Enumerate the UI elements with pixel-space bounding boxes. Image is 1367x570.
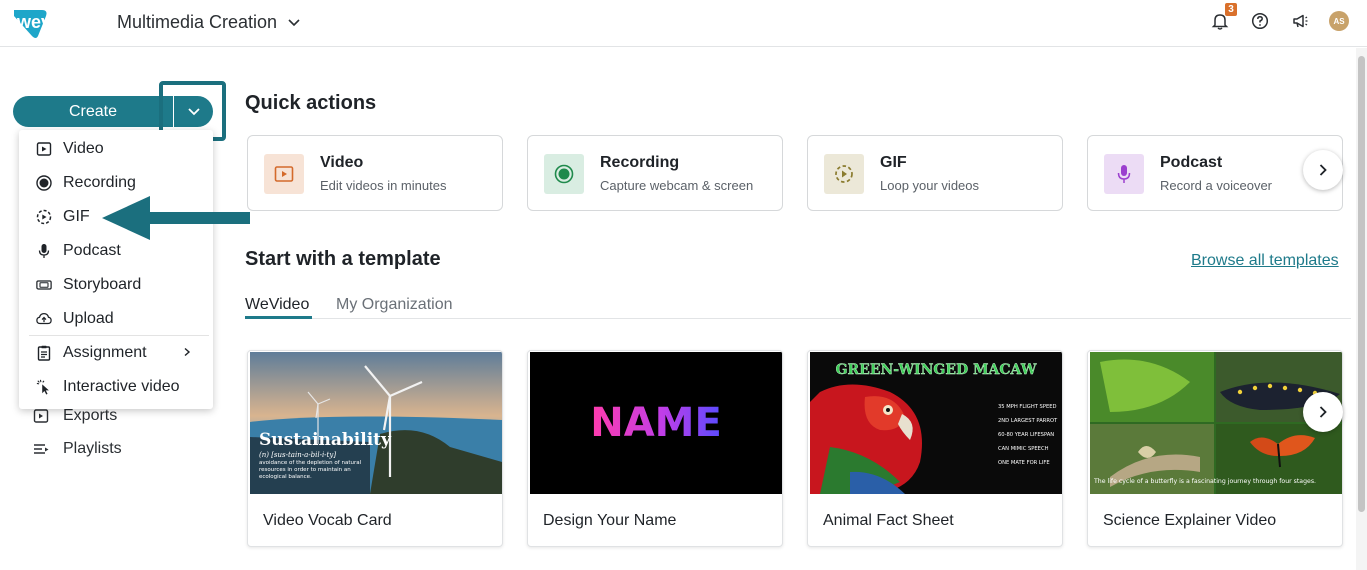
quick-action-subtitle: Loop your videos xyxy=(880,178,980,193)
template-name: Video Vocab Card xyxy=(263,512,392,529)
templates-next-button[interactable] xyxy=(1303,392,1343,432)
menu-item-label: Recording xyxy=(63,174,136,191)
page-scrollbar[interactable] xyxy=(1356,48,1367,570)
templates-title: Start with a template xyxy=(245,248,441,270)
menu-item-label: Interactive video xyxy=(63,378,180,395)
svg-text:NAME: NAME xyxy=(590,400,722,446)
microphone-icon xyxy=(36,243,52,259)
sidebar-item-label: Exports xyxy=(63,407,118,424)
quick-action-subtitle: Edit videos in minutes xyxy=(320,178,447,193)
help-icon xyxy=(1251,12,1269,30)
chevron-down-icon xyxy=(288,18,300,26)
svg-text:35 MPH FLIGHT SPEED: 35 MPH FLIGHT SPEED xyxy=(998,404,1057,410)
top-bar: wevideo Multimedia Creation 3 AS xyxy=(0,0,1367,47)
template-name: Design Your Name xyxy=(543,512,677,529)
svg-text:2ND LARGEST PARROT: 2ND LARGEST PARROT xyxy=(998,418,1058,424)
menu-item-label: Podcast xyxy=(63,242,121,259)
menu-item-video[interactable]: Video xyxy=(19,132,213,166)
active-tab-indicator xyxy=(245,316,312,319)
template-thumbnail: The life cycle of a butterfly is a fasci… xyxy=(1090,352,1342,494)
arrow-annotation xyxy=(102,196,250,240)
assignment-icon xyxy=(36,345,52,361)
tab-my-organization[interactable]: My Organization xyxy=(336,296,453,314)
quick-action-title: Video xyxy=(320,154,364,171)
template-tabs: WeVideo My Organization xyxy=(245,292,1351,319)
user-avatar[interactable]: AS xyxy=(1329,11,1349,31)
gif-icon xyxy=(824,154,864,194)
export-icon xyxy=(32,408,49,425)
gif-icon xyxy=(36,209,52,225)
quick-action-recording[interactable]: Recording Capture webcam & screen xyxy=(527,135,783,211)
record-icon xyxy=(36,175,52,191)
pointer-click-icon xyxy=(36,379,52,395)
video-icon xyxy=(264,154,304,194)
template-name: Science Explainer Video xyxy=(1103,512,1277,529)
template-card-animal-fact-sheet[interactable]: GREEN-WINGED MACAW 35 MPH FLIGHT SPEED 2… xyxy=(807,350,1063,547)
quick-action-title: GIF xyxy=(880,154,907,171)
template-card-video-vocab[interactable]: Sustainability (n) [sus-tain-a-bil-i-ty]… xyxy=(247,350,503,547)
workspace-selector[interactable]: Multimedia Creation xyxy=(117,12,301,33)
menu-item-assignment[interactable]: Assignment xyxy=(19,336,213,370)
menu-item-interactive-video[interactable]: Interactive video xyxy=(19,370,213,404)
svg-text:ONE MATE FOR LIFE: ONE MATE FOR LIFE xyxy=(998,460,1050,466)
menu-item-label: Assignment xyxy=(63,344,147,361)
video-icon xyxy=(36,141,52,157)
workspace-name: Multimedia Creation xyxy=(117,12,278,32)
upload-icon xyxy=(36,311,52,327)
menu-item-label: Upload xyxy=(63,310,114,327)
menu-item-label: GIF xyxy=(63,208,90,225)
menu-item-upload[interactable]: Upload xyxy=(19,302,213,336)
quick-action-title: Podcast xyxy=(1160,154,1223,171)
svg-text:(n) [sus-tain-a-bil-i-ty]: (n) [sus-tain-a-bil-i-ty] xyxy=(259,451,336,459)
microphone-icon xyxy=(1104,154,1144,194)
help-button[interactable] xyxy=(1249,10,1271,32)
svg-text:Sustainability: Sustainability xyxy=(259,430,392,450)
create-button[interactable]: Create xyxy=(13,96,173,127)
quick-action-gif[interactable]: GIF Loop your videos xyxy=(807,135,1063,211)
tab-wevideo[interactable]: WeVideo xyxy=(245,296,309,314)
chevron-right-icon xyxy=(184,347,191,357)
sidebar-item-exports[interactable]: Exports xyxy=(32,407,117,425)
quick-action-subtitle: Capture webcam & screen xyxy=(600,178,754,193)
notifications-button[interactable]: 3 xyxy=(1209,3,1237,32)
template-thumbnail: GREEN-WINGED MACAW 35 MPH FLIGHT SPEED 2… xyxy=(810,352,1062,494)
announcements-button[interactable] xyxy=(1289,10,1311,32)
megaphone-icon xyxy=(1293,14,1308,28)
template-thumbnail: Sustainability (n) [sus-tain-a-bil-i-ty]… xyxy=(250,352,502,494)
menu-item-label: Video xyxy=(63,140,104,157)
playlist-icon xyxy=(32,441,49,458)
svg-text:CAN MIMIC SPEECH: CAN MIMIC SPEECH xyxy=(998,446,1049,452)
quick-action-video[interactable]: Video Edit videos in minutes xyxy=(247,135,503,211)
scrollbar-thumb[interactable] xyxy=(1358,56,1365,512)
record-icon xyxy=(544,154,584,194)
quick-actions-title: Quick actions xyxy=(245,92,377,114)
template-card-design-your-name[interactable]: NAME Design Your Name xyxy=(527,350,783,547)
template-name: Animal Fact Sheet xyxy=(823,512,954,529)
chevron-right-icon xyxy=(1319,406,1327,418)
template-thumbnail: NAME xyxy=(530,352,782,494)
notification-badge: 3 xyxy=(1225,3,1237,16)
svg-text:60-80 YEAR LIFESPAN: 60-80 YEAR LIFESPAN xyxy=(998,432,1054,438)
svg-text:GREEN-WINGED MACAW: GREEN-WINGED MACAW xyxy=(836,362,1037,378)
sidebar-item-label: Playlists xyxy=(63,440,122,457)
svg-text:wevideo: wevideo xyxy=(16,12,88,32)
wevideo-logo[interactable]: wevideo xyxy=(12,6,98,40)
storyboard-icon xyxy=(36,277,52,293)
chevron-right-icon xyxy=(1319,164,1327,176)
quick-action-title: Recording xyxy=(600,154,680,171)
template-card-science-explainer[interactable]: The life cycle of a butterfly is a fasci… xyxy=(1087,350,1343,547)
sidebar-item-playlists[interactable]: Playlists xyxy=(32,440,122,458)
menu-item-label: Storyboard xyxy=(63,276,142,293)
menu-item-storyboard[interactable]: Storyboard xyxy=(19,268,213,302)
browse-all-templates-link[interactable]: Browse all templates xyxy=(1191,252,1339,270)
quick-action-subtitle: Record a voiceover xyxy=(1160,178,1272,193)
create-menu: Video Recording GIF Podcast Storyboard U… xyxy=(19,130,213,409)
quick-actions-next-button[interactable] xyxy=(1303,150,1343,190)
